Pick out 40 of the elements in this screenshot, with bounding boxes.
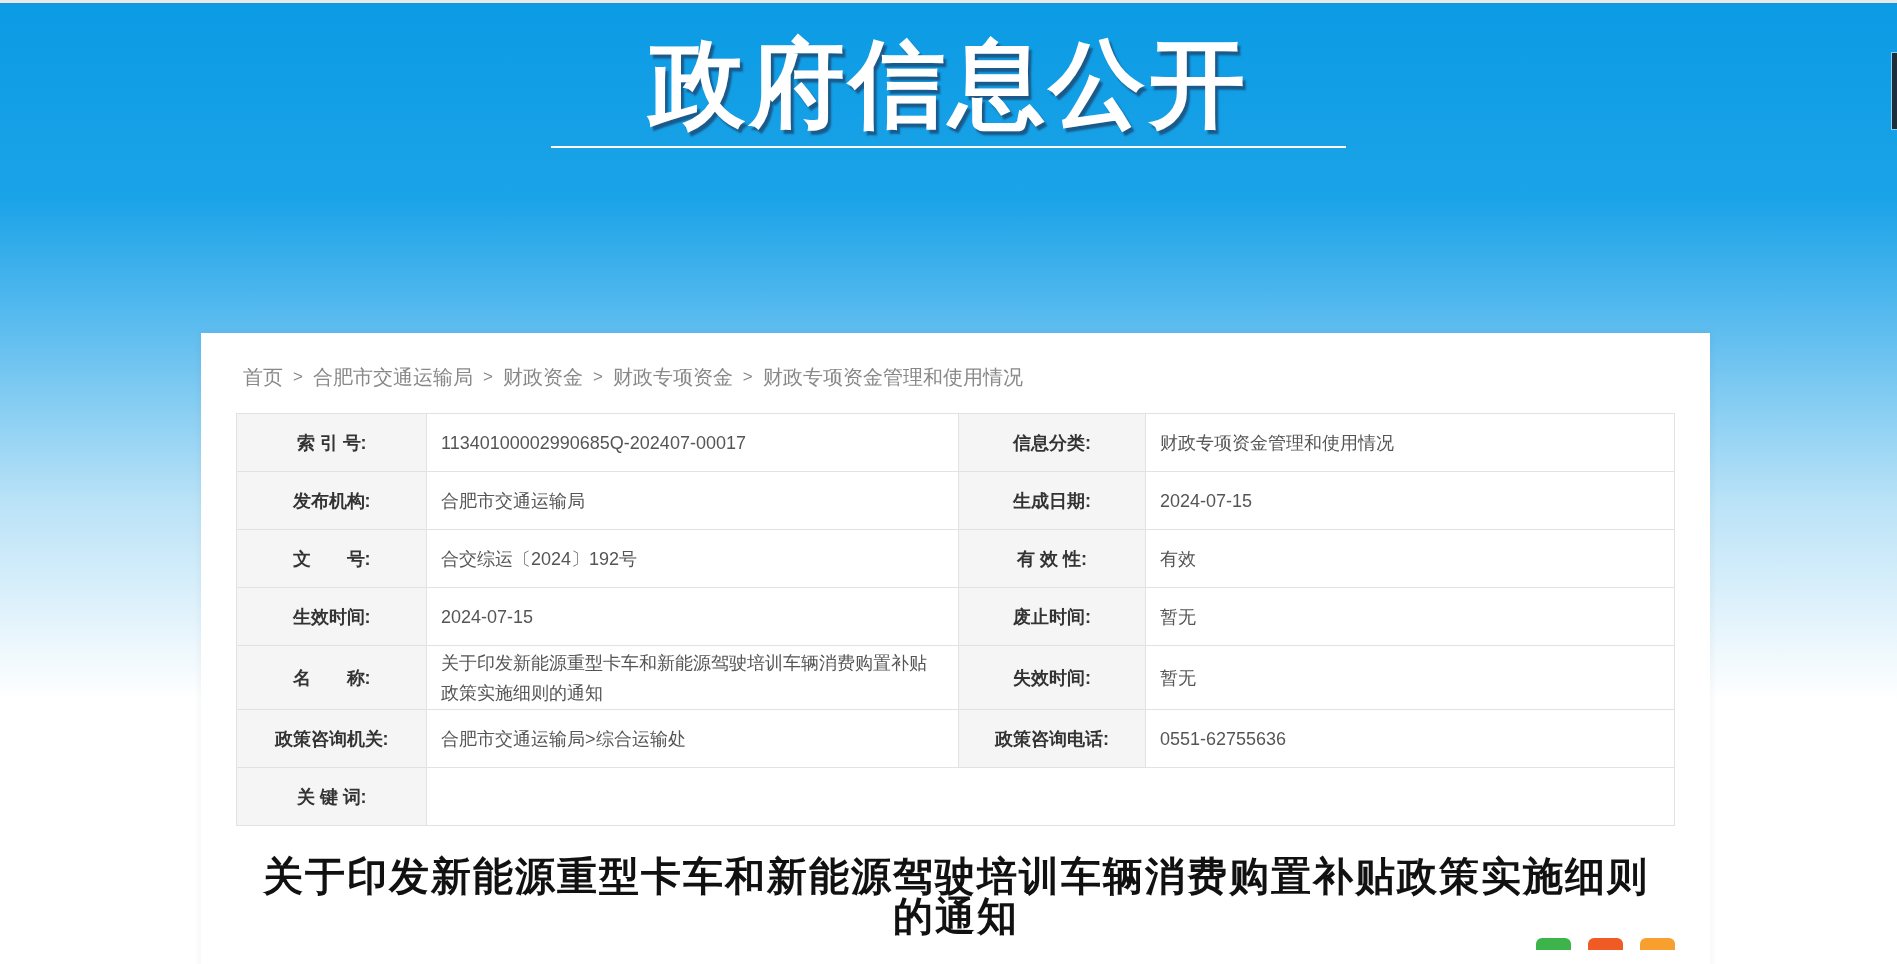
field-label: 文 号: [236, 529, 427, 588]
field-label: 政策咨询机关: [236, 709, 427, 768]
share-icon[interactable] [1588, 938, 1623, 950]
breadcrumb-separator: > [293, 367, 303, 387]
breadcrumb-separator: > [482, 367, 493, 387]
field-label: 名 称: [236, 645, 427, 710]
banner-title: 政府信息公开 [648, 29, 1249, 139]
field-label: 索 引 号: [236, 413, 427, 472]
breadcrumb-separator: > [592, 367, 603, 387]
breadcrumb-link[interactable]: 财政专项资金管理和使用情况 [762, 363, 1023, 391]
field-value: 暂无 [1145, 645, 1675, 710]
article-title: 关于印发新能源重型卡车和新能源驾驶培训车辆消费购置补贴政策实施细则的通知 [261, 856, 1650, 936]
field-value: 2024-07-15 [1145, 471, 1675, 530]
field-value: 财政专项资金管理和使用情况 [1145, 413, 1675, 472]
field-label: 发布机构: [236, 471, 427, 530]
breadcrumb-link[interactable]: 合肥市交通运输局 [312, 363, 473, 391]
field-label: 信息分类: [958, 413, 1146, 472]
field-value: 0551-62755636 [1145, 709, 1675, 768]
field-label: 失效时间: [958, 645, 1146, 710]
breadcrumb-link[interactable]: 首页 [243, 363, 283, 391]
field-value: 有效 [1145, 529, 1675, 588]
share-icon[interactable] [1640, 938, 1675, 950]
breadcrumb-link[interactable]: 财政专项资金 [612, 363, 733, 391]
field-label: 生成日期: [958, 471, 1146, 530]
field-label: 生效时间: [236, 587, 427, 646]
field-value: 合肥市交通运输局 [426, 471, 959, 530]
field-label: 有 效 性: [958, 529, 1146, 588]
breadcrumb-separator: > [742, 367, 753, 387]
field-value: 11340100002990685Q-202407-00017 [426, 413, 959, 472]
field-value: 合交综运〔2024〕192号 [426, 529, 959, 588]
field-label: 关 键 词: [236, 767, 427, 826]
field-label: 废止时间: [958, 587, 1146, 646]
field-label: 政策咨询电话: [958, 709, 1146, 768]
field-value: 2024-07-15 [426, 587, 959, 646]
side-tab[interactable] [1891, 52, 1897, 130]
field-value: 合肥市交通运输局>综合运输处 [426, 709, 959, 768]
field-value: 关于印发新能源重型卡车和新能源驾驶培训车辆消费购置补贴政策实施细则的通知 [426, 645, 959, 710]
field-value: 暂无 [1145, 587, 1675, 646]
share-icon[interactable] [1536, 938, 1571, 950]
breadcrumb-link[interactable]: 财政资金 [502, 363, 583, 391]
